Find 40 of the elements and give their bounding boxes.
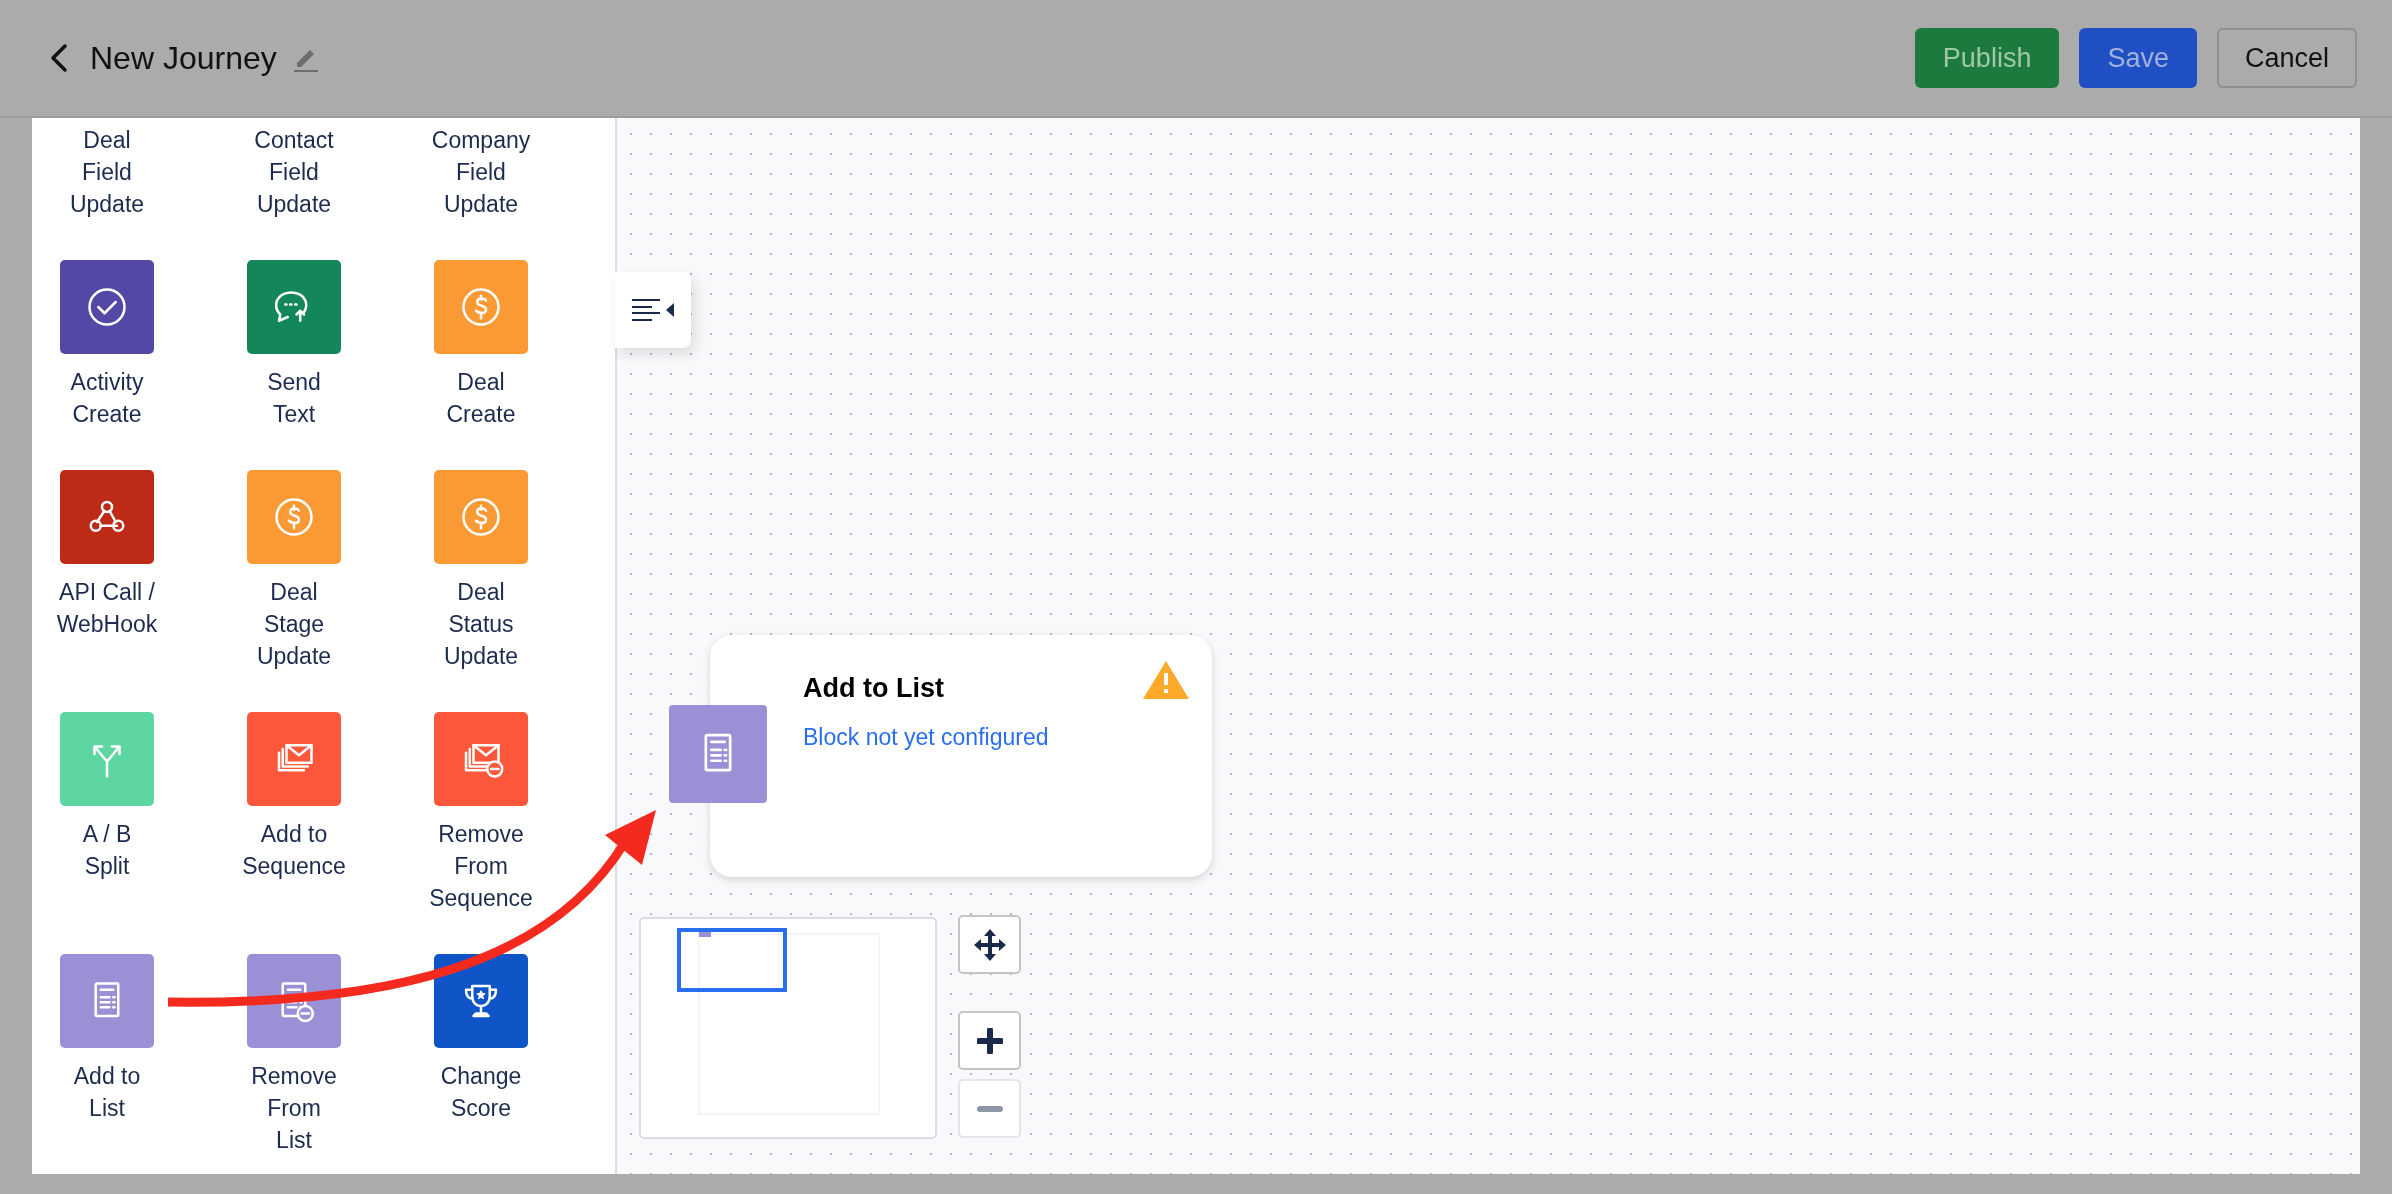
block-tile[interactable]	[434, 954, 528, 1048]
collapse-menu-icon	[630, 297, 676, 323]
plus-icon	[976, 1027, 1003, 1054]
block-label: Send Text	[267, 368, 321, 429]
block-label: Remove From Sequence	[429, 820, 533, 913]
block-tile[interactable]	[247, 260, 341, 354]
collapse-panel-button[interactable]	[615, 272, 691, 348]
block-label: Activity Create	[70, 368, 144, 429]
node-status: Block not yet configured	[803, 724, 1050, 751]
node-title: Add to List	[803, 673, 945, 704]
block-tile[interactable]	[434, 260, 528, 354]
block-tile[interactable]	[247, 954, 341, 1048]
cancel-button[interactable]: Cancel	[2216, 28, 2357, 88]
block-label: Remove From List	[251, 1062, 337, 1155]
block-label: Add to List	[73, 1062, 141, 1123]
pan-button[interactable]	[958, 915, 1021, 974]
minus-icon	[976, 1104, 1003, 1113]
block-tile[interactable]	[60, 260, 154, 354]
block-label: Change Score	[440, 1062, 522, 1123]
block-tile[interactable]	[60, 954, 154, 1048]
block-label: Deal Stage Update	[256, 578, 332, 671]
block-label: Deal Status Update	[443, 578, 519, 671]
block-label: API Call / WebHook	[56, 578, 158, 639]
block-tile[interactable]	[247, 470, 341, 564]
node-card[interactable]: Add to List Block not yet configured	[710, 635, 1212, 877]
block-label: A / B Split	[82, 820, 132, 881]
block-label: Contact Field Update	[254, 126, 334, 219]
block-label: Company Field Update	[431, 126, 531, 219]
block-tile[interactable]	[247, 712, 341, 806]
block-tile[interactable]	[434, 470, 528, 564]
block-tile[interactable]	[60, 470, 154, 564]
move-icon	[972, 927, 1007, 962]
block-label: Add to Sequence	[242, 820, 346, 881]
block-tile[interactable]	[60, 712, 154, 806]
block-label: Deal Field Update	[69, 126, 145, 219]
journey-title: New Journey	[90, 39, 277, 77]
back-icon[interactable]	[50, 43, 68, 73]
block-tile[interactable]	[434, 712, 528, 806]
zoom-in-button[interactable]	[958, 1011, 1021, 1070]
block-label: Deal Create	[446, 368, 516, 429]
